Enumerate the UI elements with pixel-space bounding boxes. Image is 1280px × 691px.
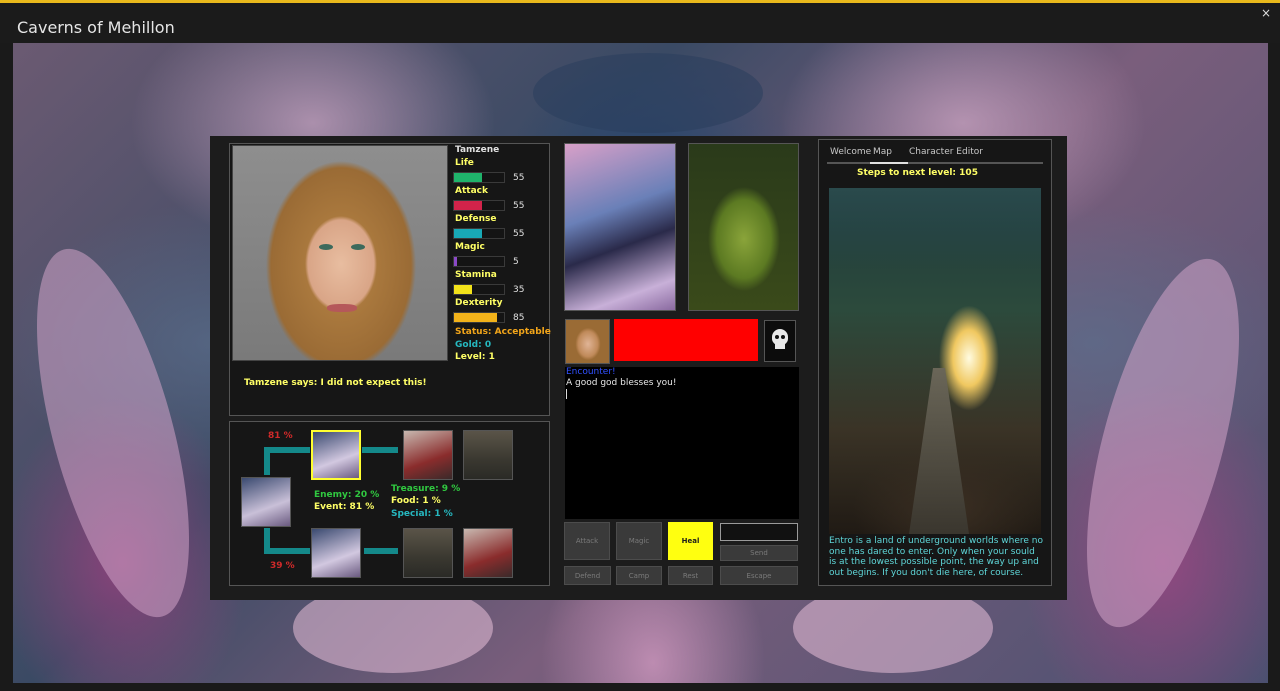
path-connector bbox=[264, 548, 310, 554]
level-text: Level: 1 bbox=[455, 352, 495, 362]
location-description: Entro is a land of underground worlds wh… bbox=[829, 536, 1043, 578]
stat-value-dexterity: 85 bbox=[513, 313, 525, 323]
location-scene bbox=[829, 188, 1041, 534]
stat-bar-fill bbox=[454, 313, 497, 322]
stat-label-magic: Magic bbox=[455, 242, 485, 252]
stat-value-stamina: 35 bbox=[513, 285, 525, 295]
stat-value-attack: 55 bbox=[513, 201, 525, 211]
character-speech: Tamzene says: I did not expect this! bbox=[244, 378, 427, 388]
steps-to-next-level: Steps to next level: 105 bbox=[857, 168, 978, 178]
status-text: Status: Acceptable bbox=[455, 327, 551, 337]
stat-bar-life bbox=[453, 172, 505, 183]
enemy-artwork bbox=[688, 143, 799, 311]
command-input[interactable] bbox=[720, 523, 798, 541]
character-portrait bbox=[232, 145, 448, 361]
attack-button[interactable]: Attack bbox=[564, 522, 610, 560]
tab-character-editor[interactable]: Character Editor bbox=[909, 147, 983, 157]
top-next-tile-2[interactable] bbox=[463, 430, 513, 480]
gold-text: Gold: 0 bbox=[455, 340, 492, 350]
game-window: Caverns of Mehillon × Tamzene Life 55 Atta… bbox=[0, 0, 1280, 691]
heal-button[interactable]: Heal bbox=[668, 522, 713, 560]
stat-bar-magic bbox=[453, 256, 505, 267]
encounter-log[interactable]: Encounter! A good god blesses you! bbox=[565, 367, 799, 519]
title-bar: Caverns of Mehillon × bbox=[0, 6, 1280, 43]
window-title: Caverns of Mehillon bbox=[17, 18, 175, 37]
defend-button[interactable]: Defend bbox=[564, 566, 611, 585]
active-tab-indicator bbox=[870, 162, 908, 164]
treasure-chance: Treasure: 9 % bbox=[391, 484, 461, 494]
stat-bar-attack bbox=[453, 200, 505, 211]
top-path-tile[interactable] bbox=[311, 430, 361, 480]
event-artwork bbox=[564, 143, 676, 311]
stat-bar-fill bbox=[454, 229, 482, 238]
rest-button[interactable]: Rest bbox=[668, 566, 713, 585]
log-message: A good god blesses you! bbox=[566, 378, 677, 388]
stat-bar-fill bbox=[454, 173, 482, 182]
stat-label-life: Life bbox=[455, 158, 474, 168]
path-connector bbox=[364, 548, 398, 554]
path-connector bbox=[362, 447, 398, 453]
stat-value-magic: 5 bbox=[513, 257, 519, 267]
stat-label-dexterity: Dexterity bbox=[455, 298, 503, 308]
stat-value-defense: 55 bbox=[513, 229, 525, 239]
stat-bar-fill bbox=[454, 201, 482, 210]
magic-button[interactable]: Magic bbox=[616, 522, 662, 560]
current-location-tile[interactable] bbox=[241, 477, 291, 527]
stat-bar-fill bbox=[454, 285, 472, 294]
tab-welcome[interactable]: Welcome bbox=[830, 147, 871, 157]
food-chance: Food: 1 % bbox=[391, 496, 441, 506]
tab-strip-line bbox=[827, 162, 1043, 164]
stat-label-stamina: Stamina bbox=[455, 270, 497, 280]
stat-value-life: 55 bbox=[513, 173, 525, 183]
top-next-tile-1[interactable] bbox=[403, 430, 453, 480]
tab-map[interactable]: Map bbox=[873, 147, 892, 157]
send-button[interactable]: Send bbox=[720, 545, 798, 561]
enemy-chance: Enemy: 20 % bbox=[314, 490, 380, 500]
stat-bar-fill bbox=[454, 257, 457, 266]
path-connector bbox=[264, 447, 310, 453]
enemy-health-bar bbox=[614, 319, 758, 361]
top-path-percent: 81 % bbox=[268, 431, 293, 441]
stat-label-attack: Attack bbox=[455, 186, 488, 196]
player-mini-portrait bbox=[565, 319, 610, 364]
stat-label-defense: Defense bbox=[455, 214, 497, 224]
bottom-next-tile-2[interactable] bbox=[463, 528, 513, 578]
log-heading: Encounter! bbox=[566, 367, 616, 377]
stat-bar-defense bbox=[453, 228, 505, 239]
stat-bar-stamina bbox=[453, 284, 505, 295]
camp-button[interactable]: Camp bbox=[616, 566, 662, 585]
special-chance: Special: 1 % bbox=[391, 509, 453, 519]
close-icon[interactable]: × bbox=[1259, 6, 1273, 20]
bottom-path-percent: 39 % bbox=[270, 561, 295, 571]
skull-icon bbox=[764, 320, 796, 362]
text-caret bbox=[566, 389, 567, 399]
character-name: Tamzene bbox=[455, 145, 500, 155]
stat-bar-dexterity bbox=[453, 312, 505, 323]
bottom-next-tile-1[interactable] bbox=[403, 528, 453, 578]
event-chance: Event: 81 % bbox=[314, 502, 375, 512]
bottom-path-tile[interactable] bbox=[311, 528, 361, 578]
escape-button[interactable]: Escape bbox=[720, 566, 798, 585]
